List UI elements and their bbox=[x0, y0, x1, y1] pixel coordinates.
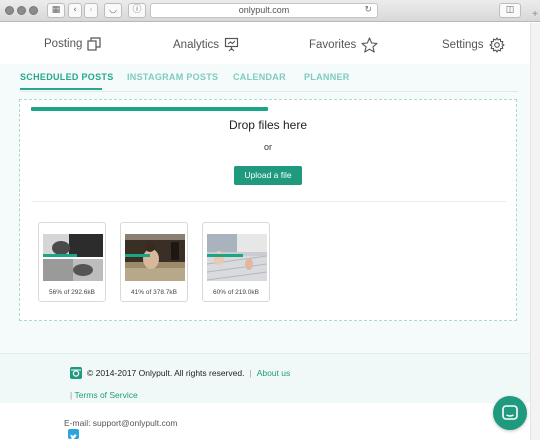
upload-progress-bar bbox=[207, 254, 243, 257]
upload-preview[interactable]: 56% of 292.6kB bbox=[38, 222, 106, 302]
forward-icon[interactable]: › bbox=[84, 3, 98, 18]
upload-status: 56% of 292.6kB bbox=[49, 289, 95, 296]
nav-label: Posting bbox=[44, 38, 83, 50]
footer-separator: | bbox=[249, 368, 252, 378]
thumbnail-image bbox=[125, 234, 185, 281]
tos-line: | Terms of Service bbox=[70, 390, 138, 400]
gear-icon bbox=[489, 37, 505, 53]
main-content: SCHEDULED POSTS INSTAGRAM POSTS CALENDAR… bbox=[0, 64, 530, 353]
about-us-link[interactable]: About us bbox=[257, 368, 291, 378]
tab-instagram-posts[interactable]: INSTAGRAM POSTS bbox=[127, 72, 218, 82]
active-tab-indicator bbox=[20, 88, 102, 90]
upload-status: 41% of 378.7kB bbox=[131, 289, 177, 296]
chat-support-button[interactable] bbox=[493, 396, 527, 430]
nav-label: Favorites bbox=[309, 39, 357, 51]
add-tab-icon[interactable]: + bbox=[530, 9, 540, 21]
thumbnail-image bbox=[207, 234, 267, 281]
chat-bubble-icon bbox=[502, 405, 518, 420]
onlypult-logo-icon bbox=[70, 367, 82, 379]
pocket-icon[interactable]: ◡ bbox=[104, 3, 122, 18]
reload-icon[interactable]: ↻ bbox=[364, 4, 372, 17]
posting-tabs: SCHEDULED POSTS INSTAGRAM POSTS CALENDAR… bbox=[20, 72, 518, 92]
minimize-window-icon[interactable] bbox=[17, 6, 26, 15]
scrollbar[interactable] bbox=[530, 23, 540, 440]
footer-separator: | bbox=[70, 390, 73, 400]
address-bar[interactable]: onlypult.com ↻ bbox=[150, 3, 378, 18]
zoom-window-icon[interactable] bbox=[29, 6, 38, 15]
upload-file-button[interactable]: Upload a file bbox=[234, 166, 302, 185]
footer-contact: E-mail: support@onlypult.com bbox=[0, 403, 530, 440]
footer: © 2014-2017 Onlypult. All rights reserve… bbox=[0, 353, 530, 403]
tab-scheduled-posts[interactable]: SCHEDULED POSTS bbox=[20, 72, 114, 82]
tab-calendar[interactable]: CALENDAR bbox=[233, 72, 286, 82]
dropzone-or: or bbox=[263, 142, 272, 152]
nav-analytics[interactable]: Analytics bbox=[173, 37, 239, 52]
dropzone-title: Drop files here bbox=[228, 118, 308, 132]
back-icon[interactable]: ‹ bbox=[68, 3, 82, 18]
upload-status: 60% of 219.0kB bbox=[213, 289, 259, 296]
nav-favorites[interactable]: Favorites bbox=[309, 37, 378, 53]
dropzone-divider bbox=[32, 201, 506, 202]
close-window-icon[interactable] bbox=[5, 6, 14, 15]
overall-upload-progress bbox=[31, 107, 268, 111]
copyright-line: © 2014-2017 Onlypult. All rights reserve… bbox=[70, 367, 290, 379]
url-text: onlypult.com bbox=[238, 5, 290, 15]
top-nav: Posting Analytics Favorites Settings bbox=[0, 23, 530, 65]
copy-icon bbox=[87, 37, 101, 51]
upload-progress-bar bbox=[43, 254, 77, 257]
upload-preview[interactable]: 60% of 219.0kB bbox=[202, 222, 270, 302]
upload-preview[interactable]: 41% of 378.7kB bbox=[120, 222, 188, 302]
sidebar-toggle-icon[interactable]: ▦ bbox=[47, 3, 65, 18]
twitter-icon[interactable] bbox=[68, 429, 79, 440]
tab-planner[interactable]: PLANNER bbox=[304, 72, 350, 82]
reader-sidebar-icon[interactable]: ◫ bbox=[499, 3, 521, 18]
presentation-icon bbox=[224, 37, 239, 52]
nav-label: Analytics bbox=[173, 38, 220, 51]
terms-of-service-link[interactable]: Terms of Service bbox=[74, 390, 137, 400]
thumbnail-image bbox=[43, 234, 103, 281]
support-email: E-mail: support@onlypult.com bbox=[64, 418, 178, 428]
file-dropzone[interactable]: Drop files here or Upload a file 56% of … bbox=[19, 99, 517, 321]
star-icon bbox=[361, 37, 378, 53]
copyright-text: © 2014-2017 Onlypult. All rights reserve… bbox=[87, 368, 245, 378]
upload-progress-bar bbox=[125, 254, 150, 257]
info-icon[interactable]: ⓘ bbox=[128, 3, 146, 18]
nav-posting[interactable]: Posting bbox=[44, 37, 102, 51]
nav-settings[interactable]: Settings bbox=[442, 37, 505, 53]
nav-label: Settings bbox=[442, 39, 484, 51]
browser-toolbar: ▦ ‹ › ◡ ⓘ onlypult.com ↻ ◫ bbox=[0, 0, 540, 22]
